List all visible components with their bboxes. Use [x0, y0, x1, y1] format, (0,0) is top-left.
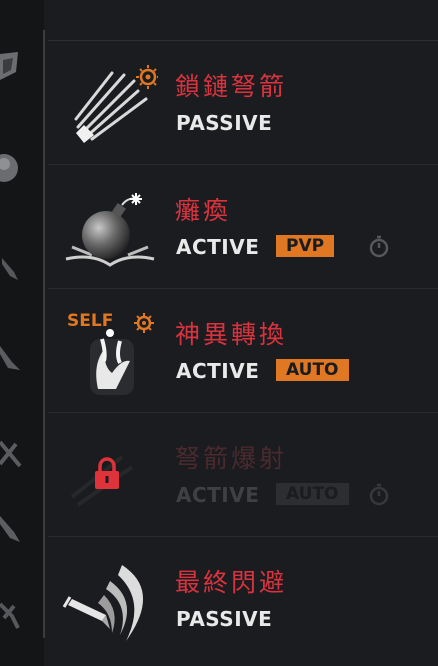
- rail-divider: [43, 30, 45, 638]
- skill-tag-badge: AUTO: [276, 483, 349, 505]
- skill-row[interactable]: 癱瘓 ACTIVE PVP: [48, 164, 438, 288]
- dodge-swirl-icon: [62, 551, 158, 647]
- skill-type: PASSIVE: [176, 607, 273, 631]
- skill-name: 神異轉換: [175, 320, 288, 349]
- stopwatch-icon: [368, 483, 390, 507]
- bomb-icon: [62, 179, 158, 275]
- skill-type: PASSIVE: [176, 111, 273, 135]
- skill-row[interactable]: SELF 神異轉換 ACTIVE AUTO: [48, 288, 438, 412]
- skill-name: 弩箭爆射: [175, 444, 288, 473]
- skill-list: 鎖鏈弩箭 PASSIVE 癱瘓 ACTIVE PVP SELF 神異轉換 ACT…: [48, 40, 438, 654]
- skill-type: ACTIVE: [176, 359, 260, 383]
- skill-type: ACTIVE: [176, 235, 260, 259]
- skill-panel: 鎖鏈弩箭 PASSIVE 癱瘓 ACTIVE PVP SELF 神異轉換 ACT…: [0, 0, 438, 666]
- shield-icon[interactable]: [0, 48, 24, 84]
- skill-type: ACTIVE: [176, 483, 260, 507]
- orb-icon[interactable]: [0, 150, 24, 186]
- axe-icon[interactable]: [0, 598, 24, 634]
- skill-row[interactable]: 鎖鏈弩箭 PASSIVE: [48, 40, 438, 164]
- lock-icon: [92, 457, 122, 491]
- skill-name: 最終閃避: [175, 568, 288, 597]
- stopwatch-icon: [368, 235, 390, 259]
- skill-row[interactable]: 最終閃避 PASSIVE: [48, 536, 438, 654]
- skill-name: 癱瘓: [175, 196, 232, 225]
- skill-name: 鎖鏈弩箭: [175, 72, 288, 101]
- skill-row-locked[interactable]: 弩箭爆射 ACTIVE AUTO: [48, 412, 438, 536]
- crossed-swords-icon[interactable]: [0, 436, 24, 472]
- self-target-label: SELF: [67, 311, 114, 331]
- blade-icon[interactable]: [0, 340, 24, 376]
- skill-tag-badge: AUTO: [276, 359, 349, 381]
- category-rail: [0, 0, 44, 666]
- dagger-icon[interactable]: [0, 512, 24, 548]
- sword-small-icon[interactable]: [0, 250, 24, 286]
- skill-tag-badge: PVP: [276, 235, 335, 257]
- chain-crossbow-bolt-icon: [62, 55, 160, 151]
